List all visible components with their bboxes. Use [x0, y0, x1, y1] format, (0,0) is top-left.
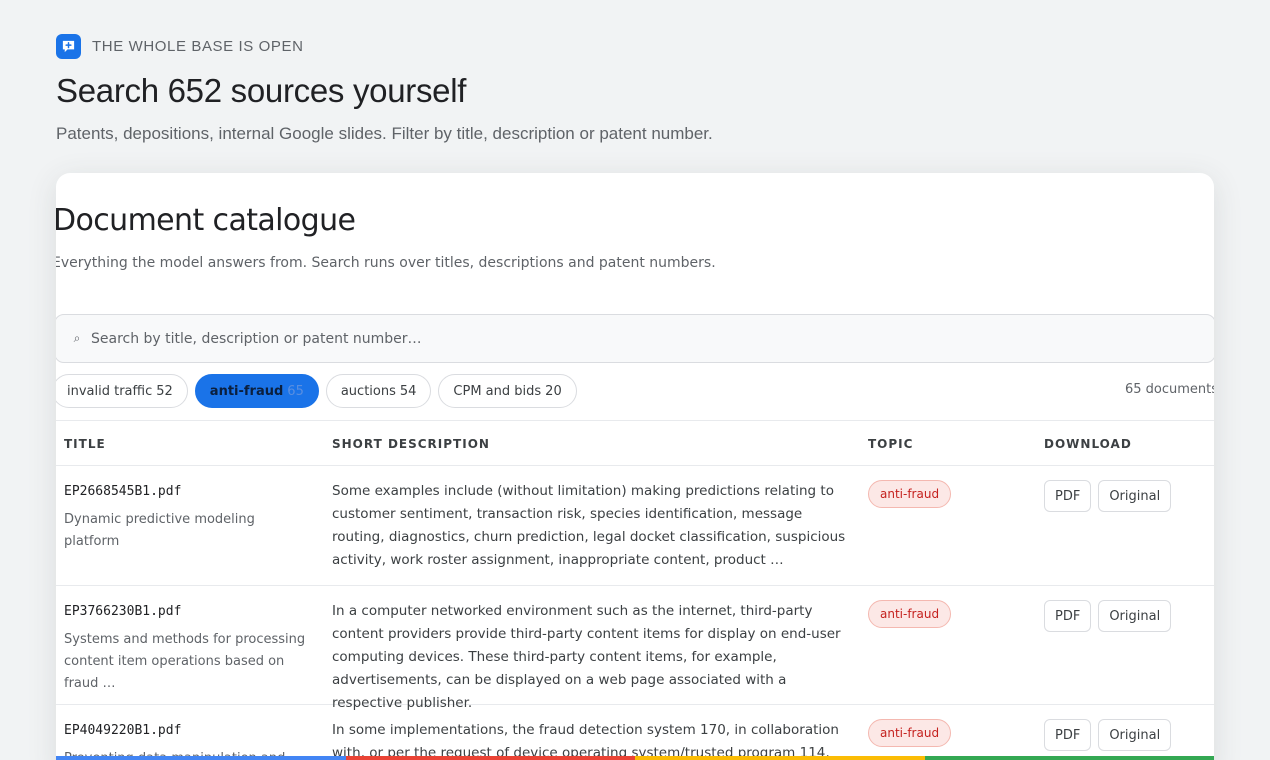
- download-pdf-button[interactable]: PDF: [1044, 480, 1092, 512]
- chat-plus-icon: [56, 34, 81, 59]
- eyebrow-text: THE WHOLE BASE IS OPEN: [92, 38, 304, 55]
- topic-badge: anti-fraud: [868, 719, 952, 747]
- table-row: EP3766230B1.pdf Systems and methods for …: [56, 586, 1214, 711]
- row-filename[interactable]: EP4049220B1.pdf: [64, 723, 181, 738]
- eyebrow: THE WHOLE BASE IS OPEN: [56, 34, 304, 59]
- brand-bar-yellow: [635, 756, 925, 760]
- download-original-button[interactable]: Original: [1098, 600, 1172, 632]
- column-header-description[interactable]: SHORT DESCRIPTION: [332, 437, 490, 451]
- brand-bar-blue: [56, 756, 346, 760]
- chip-count: 65: [287, 383, 304, 399]
- chip-count: 20: [545, 383, 562, 399]
- chip-label: CPM and bids: [453, 383, 542, 399]
- chip-invalid-traffic[interactable]: invalid traffic 52: [56, 374, 188, 408]
- search-box: ⌕: [56, 314, 1214, 363]
- brand-bar-red: [345, 756, 635, 760]
- chip-label: auctions: [340, 383, 396, 399]
- chip-cpm-and-bids[interactable]: CPM and bids 20: [438, 374, 577, 408]
- row-filename[interactable]: EP2668545B1.pdf: [64, 484, 181, 499]
- chip-count: 52: [156, 383, 173, 399]
- chip-label: anti-fraud: [209, 383, 284, 399]
- search-input[interactable]: [89, 315, 1214, 362]
- catalogue-title: Document catalogue: [56, 203, 356, 238]
- download-actions: PDF Original: [1044, 480, 1172, 512]
- topic-badge: anti-fraud: [868, 480, 952, 508]
- page-title: Search 652 sources yourself: [56, 72, 467, 109]
- download-pdf-button[interactable]: PDF: [1044, 600, 1092, 632]
- table-row: EP4049220B1.pdf Preventing data manipula…: [56, 705, 1214, 760]
- download-original-button[interactable]: Original: [1098, 480, 1172, 512]
- column-header-download: DOWNLOAD: [1044, 437, 1132, 451]
- column-header-title[interactable]: TITLE: [64, 437, 106, 451]
- row-title: Systems and methods for processing conte…: [64, 632, 306, 691]
- download-actions: PDF Original: [1044, 600, 1172, 632]
- table-row: EP2668545B1.pdf Dynamic predictive model…: [56, 466, 1214, 586]
- catalogue-card: Document catalogue Everything the model …: [56, 173, 1214, 760]
- topic-filter-chips: invalid traffic 52 anti-fraud 65 auction…: [56, 374, 577, 408]
- column-header-topic[interactable]: TOPIC: [868, 437, 913, 451]
- chip-label: invalid traffic: [67, 383, 153, 399]
- document-count: 65 documents: [1124, 382, 1214, 397]
- row-filename[interactable]: EP3766230B1.pdf: [64, 604, 181, 619]
- catalogue-subtitle: Everything the model answers from. Searc…: [56, 255, 716, 271]
- chip-count: 54: [399, 383, 417, 399]
- row-description: In a computer networked environment such…: [332, 603, 841, 711]
- topic-badge: anti-fraud: [868, 600, 952, 628]
- chip-auctions[interactable]: auctions 54: [325, 374, 432, 408]
- download-original-button[interactable]: Original: [1098, 719, 1172, 751]
- brand-color-bar: [56, 756, 1214, 760]
- download-actions: PDF Original: [1044, 719, 1172, 751]
- row-description: In some implementations, the fraud detec…: [332, 722, 839, 760]
- page-subtitle: Patents, depositions, internal Google sl…: [56, 124, 713, 143]
- table-header: TITLE SHORT DESCRIPTION TOPIC DOWNLOAD: [56, 420, 1214, 466]
- search-icon: ⌕: [73, 331, 81, 345]
- row-title: Dynamic predictive modeling platform: [64, 512, 255, 549]
- row-description: Some examples include (without limitatio…: [332, 483, 846, 568]
- brand-bar-green: [924, 756, 1214, 760]
- download-pdf-button[interactable]: PDF: [1044, 719, 1092, 751]
- chip-anti-fraud[interactable]: anti-fraud 65: [194, 374, 319, 408]
